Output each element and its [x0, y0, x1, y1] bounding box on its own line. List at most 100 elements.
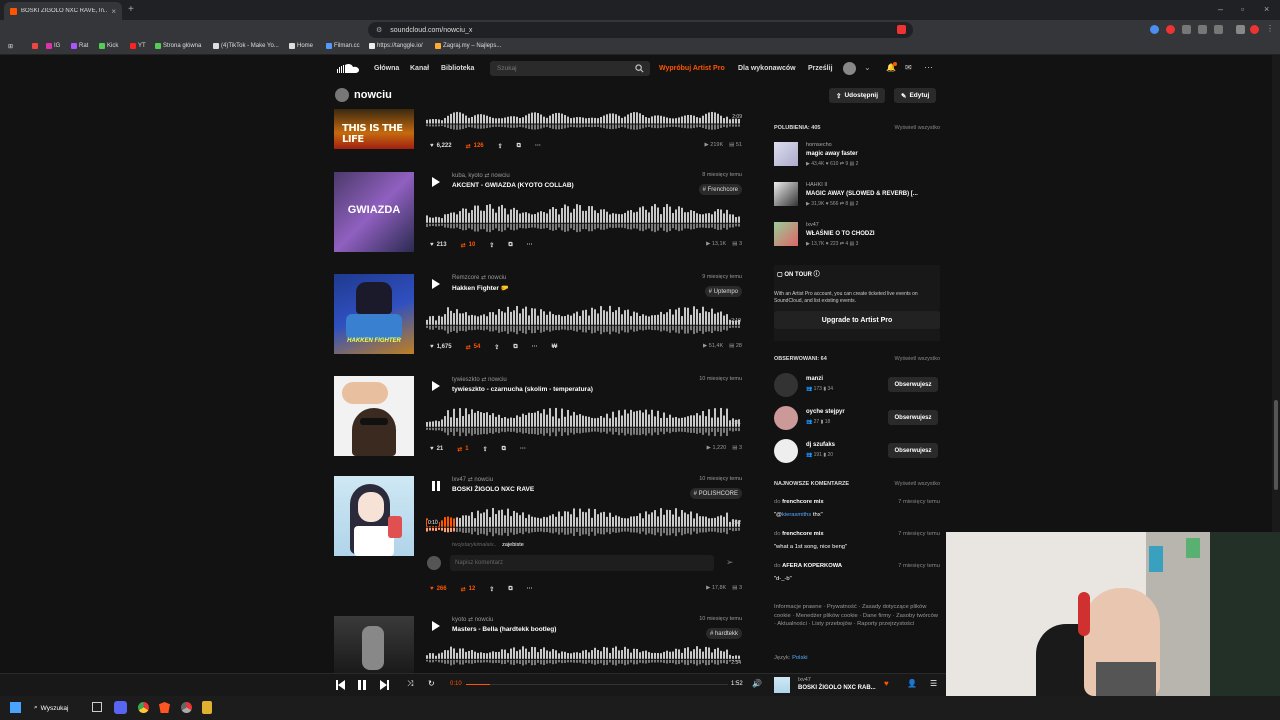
- chrome-icon[interactable]: [181, 702, 192, 713]
- following-button[interactable]: Obserwujesz: [888, 377, 938, 392]
- waveform[interactable]: [426, 199, 742, 235]
- bookmark-item[interactable]: Kick: [99, 43, 118, 49]
- like-button[interactable]: ♥ 6,222: [430, 140, 452, 152]
- messages-icon[interactable]: ✉: [905, 63, 912, 72]
- extension-icon[interactable]: [1236, 25, 1245, 34]
- discord-icon[interactable]: [114, 701, 127, 714]
- comment-input[interactable]: Napisz komentarz: [450, 555, 714, 571]
- view-all-following-link[interactable]: Wyświetl wszystko: [895, 356, 940, 362]
- minimize-icon[interactable]: –: [1218, 4, 1223, 14]
- view-all-likes-link[interactable]: Wyświetl wszystko: [895, 125, 940, 131]
- more-button[interactable]: ···: [527, 239, 533, 251]
- bookmark-item[interactable]: (4)TikTok - Make Yo...: [213, 43, 279, 49]
- artist-pro-link[interactable]: Wypróbuj Artist Pro: [659, 65, 725, 72]
- extension-icon[interactable]: [897, 25, 906, 34]
- followed-user-name[interactable]: dj szufaks: [806, 442, 835, 448]
- taskbar-search[interactable]: ⌕ Wyszukaj: [34, 701, 68, 715]
- track-artwork[interactable]: HAKKEN FIGHTER: [334, 274, 414, 354]
- play-icon[interactable]: [432, 381, 440, 391]
- windows-start-icon[interactable]: [10, 702, 21, 713]
- view-all-comments-link[interactable]: Wyświetl wszystko: [895, 481, 940, 487]
- upload-link[interactable]: Prześlij: [808, 65, 833, 72]
- apps-icon[interactable]: ⊞: [8, 43, 13, 50]
- like-button[interactable]: ♥ 266: [430, 583, 447, 595]
- liked-track[interactable]: lxv47 WŁAŚNIE O TO CHODZI ▶ 13,7K ♥ 223 …: [774, 222, 940, 248]
- search-icon[interactable]: [635, 64, 644, 73]
- track-artist[interactable]: kuba, kyoto: [452, 173, 483, 179]
- nav-home[interactable]: Główna: [374, 65, 399, 72]
- for-artists-link[interactable]: Dla wykonawców: [738, 65, 796, 72]
- share-button[interactable]: ⇪ Udostępnij: [829, 88, 886, 103]
- soundcloud-logo-icon[interactable]: [335, 63, 359, 74]
- menu-icon[interactable]: ⋮: [1266, 24, 1274, 33]
- reposter[interactable]: nowciu: [491, 173, 510, 179]
- waveform[interactable]: [426, 109, 742, 131]
- user-avatar[interactable]: [843, 62, 856, 75]
- bookmark-item[interactable]: Zagraj.my – Najleps...: [435, 43, 501, 49]
- nav-library[interactable]: Biblioteka: [441, 65, 474, 72]
- share-button[interactable]: ⇪: [494, 341, 499, 353]
- share-button[interactable]: ⇪: [498, 140, 503, 152]
- repost-button[interactable]: ⇄ 126: [466, 140, 484, 152]
- upgrade-artist-pro-button[interactable]: Upgrade to Artist Pro: [774, 311, 940, 329]
- reposter[interactable]: nowciu: [475, 617, 494, 623]
- player-progress-track[interactable]: [466, 684, 728, 685]
- share-button[interactable]: ⇪: [489, 239, 494, 251]
- extension-icon[interactable]: [1166, 25, 1175, 34]
- shuffle-icon[interactable]: ⤨: [407, 679, 413, 689]
- like-button[interactable]: ♥ 21: [430, 443, 443, 455]
- browser-tab[interactable]: BOSKI ŻIGOLO NXC RAVE, In... ×: [4, 2, 122, 20]
- share-button[interactable]: ⇪: [489, 583, 494, 595]
- queue-icon[interactable]: ☰: [930, 679, 937, 688]
- volume-icon[interactable]: 🔊: [752, 679, 762, 688]
- track-artwork[interactable]: [334, 376, 414, 456]
- share-button[interactable]: ⇪: [483, 443, 488, 455]
- bookmark-item[interactable]: YT: [130, 43, 146, 49]
- new-tab-icon[interactable]: +: [128, 4, 134, 15]
- previous-icon[interactable]: [336, 680, 345, 690]
- track-tag[interactable]: # Uptempo: [704, 286, 742, 297]
- pause-icon[interactable]: [432, 481, 440, 491]
- bookmark-item[interactable]: https://tanggle.io/: [369, 43, 423, 49]
- track-tag[interactable]: # POLISHCORE: [689, 488, 742, 499]
- play-icon[interactable]: [432, 621, 440, 631]
- liked-track[interactable]: HAHKI II MAGIC AWAY (SLOWED & REVERB) [.…: [774, 182, 940, 208]
- mention-link[interactable]: kierasmiths: [782, 512, 811, 518]
- url-field[interactable]: ⚙ soundcloud.com/nowciu_x: [368, 22, 913, 38]
- track-artist[interactable]: Remzcore: [452, 275, 479, 281]
- bookmark-item[interactable]: Rat: [71, 43, 88, 49]
- comment-track-link[interactable]: frenchcore mix: [782, 531, 824, 537]
- buy-link-icon[interactable]: ₩: [552, 341, 558, 353]
- waveform[interactable]: [426, 643, 742, 667]
- language-link[interactable]: Polski: [792, 655, 807, 661]
- pause-icon[interactable]: [358, 680, 366, 690]
- avatar[interactable]: [774, 406, 798, 430]
- brave-icon[interactable]: [159, 702, 170, 713]
- track-artwork[interactable]: THIS IS THE LIFE: [334, 109, 414, 149]
- chrome-icon[interactable]: [138, 702, 149, 713]
- followed-user-name[interactable]: oyche stejpyr: [806, 409, 845, 415]
- bookmark-item[interactable]: Strona główna: [155, 43, 201, 49]
- reposter[interactable]: nowciu: [488, 275, 507, 281]
- like-button[interactable]: ♥ 213: [430, 239, 447, 251]
- track-artwork[interactable]: GWIAZDA: [334, 172, 414, 252]
- followed-user-name[interactable]: manzi: [806, 376, 823, 382]
- player-artwork[interactable]: [774, 677, 790, 693]
- more-button[interactable]: ···: [527, 583, 533, 595]
- nav-feed[interactable]: Kanał: [410, 65, 429, 72]
- repeat-icon[interactable]: ↻: [428, 679, 435, 688]
- task-view-icon[interactable]: [92, 702, 102, 712]
- extension-icon[interactable]: [1198, 25, 1207, 34]
- following-button[interactable]: Obserwujesz: [888, 410, 938, 425]
- waveform[interactable]: [426, 301, 742, 337]
- more-button[interactable]: ···: [532, 341, 538, 353]
- track-title[interactable]: Masters - Bella (hardtekk bootleg): [452, 626, 556, 633]
- avatar[interactable]: [774, 373, 798, 397]
- repost-button[interactable]: ⇄ 10: [461, 239, 476, 251]
- site-info-icon[interactable]: ⚙: [376, 26, 382, 34]
- app-icon[interactable]: [202, 701, 212, 714]
- track-artwork[interactable]: [334, 476, 414, 556]
- search-input[interactable]: Szukaj: [490, 61, 650, 76]
- player-title[interactable]: BOSKI ŻIGOLO NXC RAB...: [798, 685, 876, 691]
- copy-link-button[interactable]: ⧉: [508, 239, 512, 251]
